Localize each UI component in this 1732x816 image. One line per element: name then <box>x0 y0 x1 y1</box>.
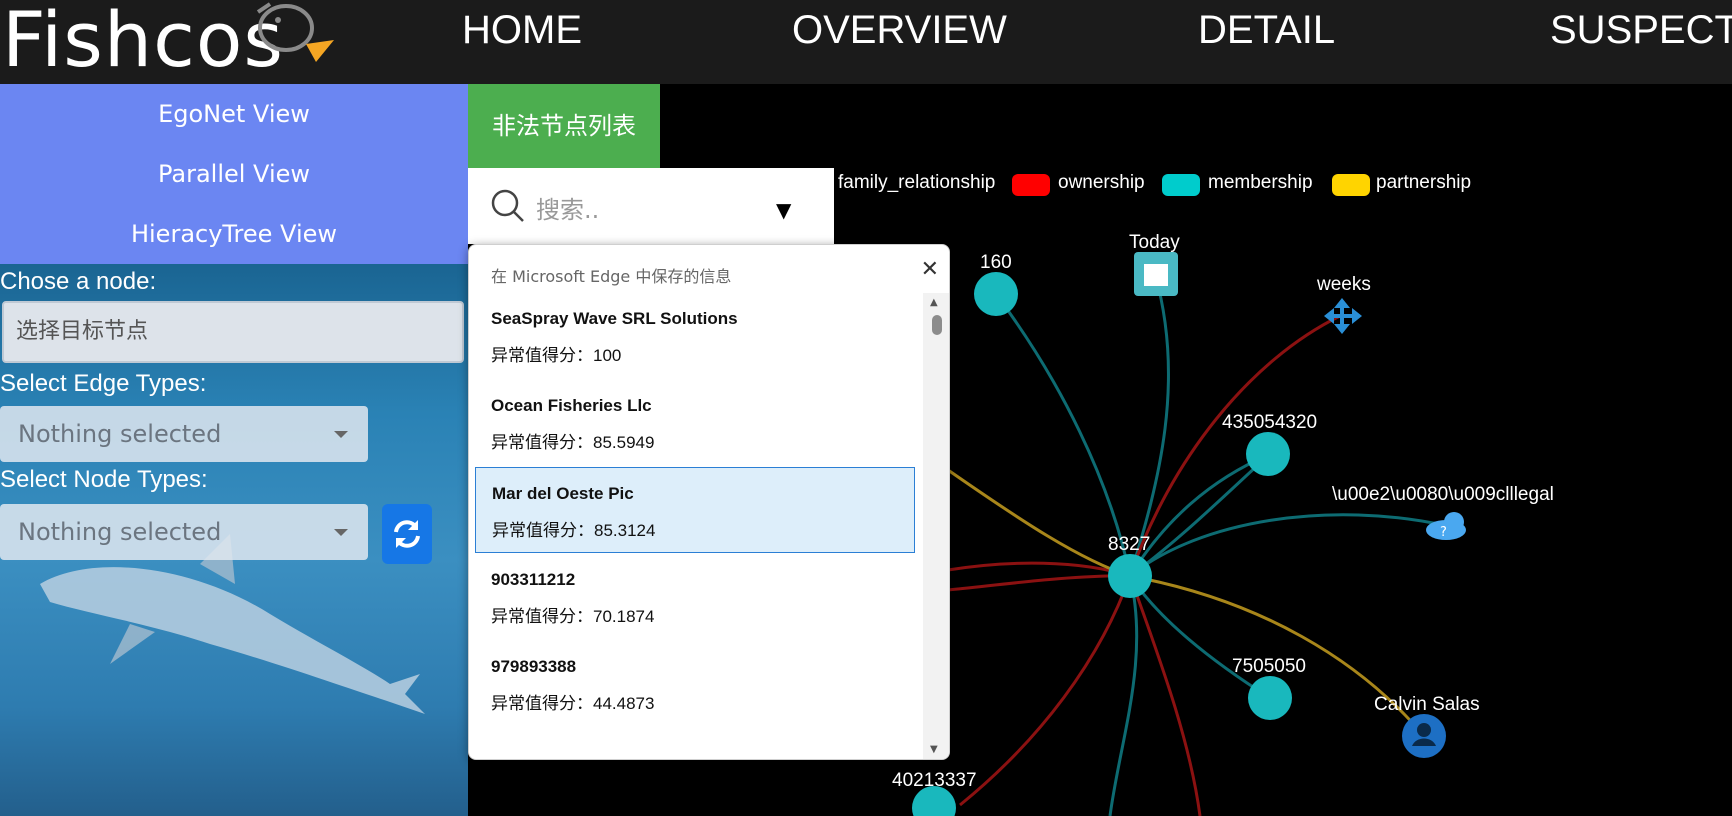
legend-swatch-ownership <box>1012 174 1050 196</box>
item-name: 979893388 <box>491 657 577 676</box>
node-label-7505050: 7505050 <box>1232 656 1306 677</box>
edge-membership <box>1108 575 1139 816</box>
dropdown-triangle-icon[interactable]: ▼ <box>776 198 791 222</box>
node-label-today: Today <box>1129 232 1180 253</box>
item-name: SeaSpray Wave SRL Solutions <box>491 309 738 328</box>
person-icon[interactable] <box>1402 714 1446 758</box>
edge-membership <box>1128 273 1171 577</box>
search-icon <box>491 189 524 222</box>
scroll-down-icon[interactable]: ▼ <box>930 744 938 755</box>
graph-nodes: ? <box>912 252 1466 816</box>
edge-membership <box>1128 452 1271 577</box>
popup-scrollbar[interactable]: ▲ ▼ <box>923 293 949 759</box>
node-label-8327: 8327 <box>1108 534 1151 555</box>
caret-down-icon <box>334 431 348 438</box>
close-icon[interactable]: ✕ <box>921 257 939 282</box>
node-types-select[interactable]: Nothing selected <box>0 504 368 560</box>
node-label-calvin-salas: Calvin Salas <box>1374 694 1480 715</box>
list-item[interactable]: 903311212 异常值得分：70.1874 <box>475 554 915 640</box>
node-160[interactable] <box>974 272 1018 316</box>
egonet-view-button[interactable]: EgoNet View <box>0 84 468 144</box>
illegal-node-list-button[interactable]: 非法节点列表 <box>468 84 660 168</box>
edge-partnership <box>947 468 1131 578</box>
item-score: 异常值得分：85.3124 <box>492 521 656 540</box>
legend-partnership: partnership <box>1376 172 1472 193</box>
hieracytree-view-button[interactable]: HieracyTree View <box>0 204 468 264</box>
legend-membership: membership <box>1208 172 1313 193</box>
node-types-label: Select Node Types: <box>0 466 208 493</box>
view-buttons-panel: EgoNet View Parallel View HieracyTree Vi… <box>0 84 468 264</box>
parallel-view-button[interactable]: Parallel View <box>0 144 468 204</box>
item-score: 异常值得分：85.5949 <box>491 433 655 452</box>
node-label-40213337: 40213337 <box>892 770 977 791</box>
legend-swatch-membership <box>1162 174 1200 196</box>
refresh-button[interactable] <box>382 504 432 564</box>
app-logo[interactable]: Fishcos <box>2 0 284 84</box>
node-7505050[interactable] <box>1248 676 1292 720</box>
popup-title: 在 Microsoft Edge 中保存的信息 <box>491 267 732 286</box>
nav-detail[interactable]: DETAIL <box>1198 8 1335 53</box>
edge-ownership <box>1128 314 1341 577</box>
item-name: 903311212 <box>491 570 576 589</box>
node-label-weeks: weeks <box>1317 274 1371 295</box>
list-item[interactable]: Ocean Fisheries Llc 异常值得分：85.5949 <box>475 380 915 466</box>
edge-membership <box>1129 513 1449 578</box>
item-score: 异常值得分：100 <box>491 346 622 365</box>
refresh-icon <box>394 520 420 548</box>
node-435054320[interactable] <box>1246 432 1290 476</box>
nav-home[interactable]: HOME <box>462 8 582 53</box>
scroll-thumb[interactable] <box>932 315 942 335</box>
calendar-icon[interactable] <box>1134 252 1178 296</box>
item-score: 异常值得分：44.4873 <box>491 694 655 713</box>
edge-ownership <box>959 575 1132 807</box>
edge-ownership <box>947 561 1131 578</box>
legend-family-relationship: family_relationship <box>838 172 996 193</box>
list-item[interactable]: SeaSpray Wave SRL Solutions 异常值得分：100 <box>475 293 915 379</box>
scroll-up-icon[interactable]: ▲ <box>930 297 938 308</box>
item-score: 异常值得分：70.1874 <box>491 607 655 626</box>
edge-types-label: Select Edge Types: <box>0 370 207 397</box>
edge-ownership <box>947 574 1131 592</box>
search-input[interactable]: 搜索.. <box>536 190 599 225</box>
search-box[interactable]: 搜索.. ▼ <box>468 168 834 244</box>
chose-node-label: Chose a node: <box>0 268 157 295</box>
node-label-160: 160 <box>980 252 1012 273</box>
move-arrows-icon[interactable] <box>1324 298 1362 334</box>
nav-suspect[interactable]: SUSPECT <box>1550 8 1732 53</box>
edge-membership <box>1129 452 1272 578</box>
item-name: Ocean Fisheries Llc <box>491 396 652 415</box>
list-item[interactable]: 979893388 异常值得分：44.4873 <box>475 641 915 727</box>
svg-text:?: ? <box>1440 525 1447 540</box>
edge-membership <box>1128 575 1271 700</box>
edge-types-value: Nothing selected <box>18 420 222 448</box>
legend-swatch-partnership <box>1332 174 1370 196</box>
cloud-question-icon[interactable]: ? <box>1426 512 1466 540</box>
node-label-illegal: \u00e2\u0080\u009clllegal <box>1332 484 1554 505</box>
edge-types-select[interactable]: Nothing selected <box>0 406 368 462</box>
node-label-435054320: 435054320 <box>1222 412 1318 433</box>
legend-ownership: ownership <box>1058 172 1145 193</box>
autofill-popup: 在 Microsoft Edge 中保存的信息 ✕ SeaSpray Wave … <box>468 244 950 760</box>
item-name: Mar del Oeste Pic <box>492 484 634 503</box>
fish-logo-icon <box>256 2 334 62</box>
top-navbar: Fishcos HOME OVERVIEW DETAIL SUSPECT <box>0 0 1732 84</box>
caret-down-icon <box>334 529 348 536</box>
list-item-selected[interactable]: Mar del Oeste Pic 异常值得分：85.3124 <box>475 467 915 553</box>
node-types-value: Nothing selected <box>18 518 222 546</box>
node-select-input[interactable]: 选择目标节点 <box>2 301 464 363</box>
nav-overview[interactable]: OVERVIEW <box>792 8 1007 53</box>
node-8327[interactable] <box>1108 554 1152 598</box>
edge-ownership <box>1128 575 1202 816</box>
